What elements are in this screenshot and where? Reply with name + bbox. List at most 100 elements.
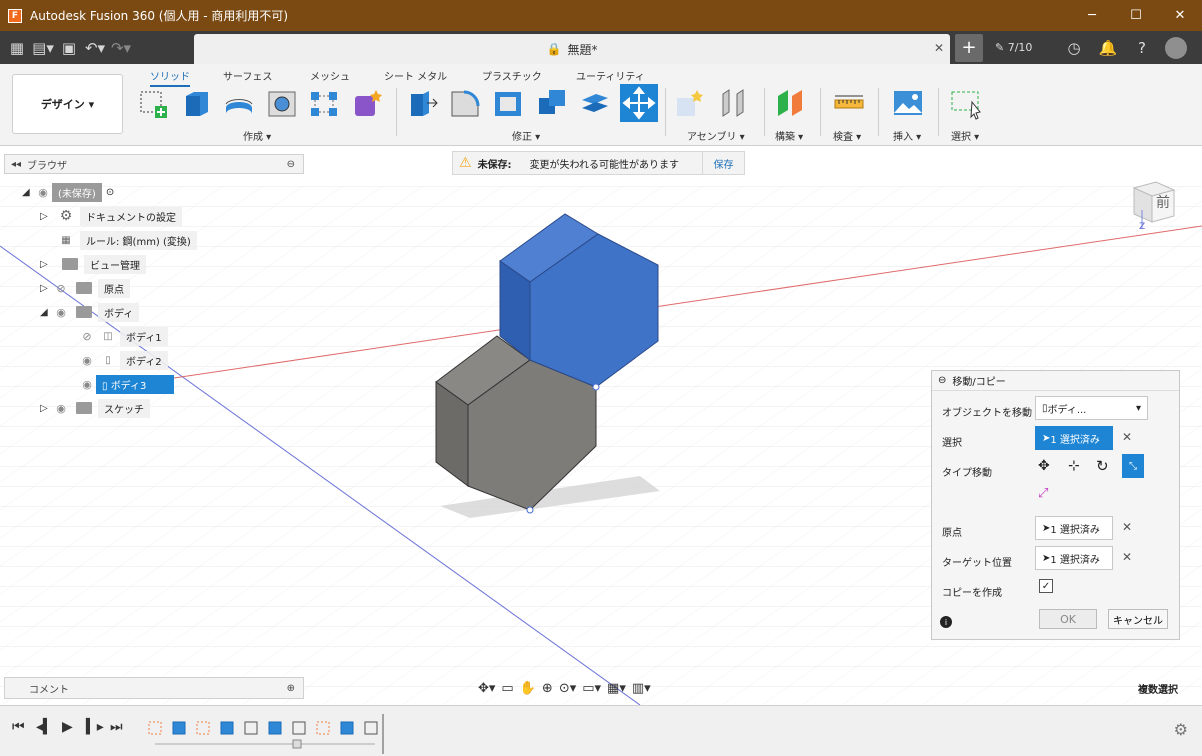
point-to-position-icon[interactable]: ⤢ <box>1038 486 1048 501</box>
display-settings-icon[interactable]: ▭▾ <box>582 681 601 696</box>
insert-image-icon[interactable] <box>891 86 925 120</box>
tree-item-selected[interactable]: ◉ ▯ ボディ3 <box>78 374 174 394</box>
avatar[interactable] <box>1165 36 1187 59</box>
move-copy-icon[interactable] <box>620 84 658 122</box>
group-create[interactable]: 作成 ▾ <box>243 128 271 143</box>
pattern-icon[interactable] <box>307 86 341 120</box>
redo-icon[interactable]: ↷▾ <box>108 35 134 61</box>
tree-item[interactable]: ◢ ◉ ボディ <box>40 302 140 322</box>
clock-icon[interactable]: ◷ <box>1059 39 1089 57</box>
select-field[interactable]: ➤ 1 選択済み <box>1035 426 1113 450</box>
collapse-triangle-icon[interactable]: ◢ <box>22 187 34 198</box>
create-form-icon[interactable] <box>350 86 384 120</box>
app-grid-icon[interactable]: ▦ <box>4 35 30 61</box>
notification-bell-icon[interactable]: 🔔 <box>1093 39 1123 57</box>
expand-triangle-icon[interactable]: ▷ <box>40 211 52 222</box>
copy-checkbox[interactable]: ✓ <box>1039 579 1053 593</box>
clear-select-icon[interactable]: ✕ <box>1122 430 1132 444</box>
browser-header[interactable]: ◂◂ ブラウザ ⊖ <box>4 154 304 174</box>
grid-settings-icon[interactable]: ▦▾ <box>607 681 626 696</box>
ok-button[interactable]: OK <box>1039 609 1097 629</box>
tree-item[interactable]: ▷ ⚙ ドキュメントの設定 <box>40 206 182 226</box>
collapse-triangle-icon[interactable]: ◢ <box>40 307 52 318</box>
timeline-settings-gear-icon[interactable]: ⚙ <box>1174 720 1188 739</box>
collapse-browser-icon[interactable]: ◂◂ <box>11 159 21 170</box>
tree-item[interactable]: ◉ ▯ ボディ2 <box>78 350 168 370</box>
canvas-viewport[interactable]: ◂◂ ブラウザ ⊖ ◢ ◉ (未保存) ⊙ ▷ ⚙ ドキュメントの設定 ▦ ルール… <box>0 146 1202 705</box>
tab-utility[interactable]: ユーティリティ <box>576 68 645 83</box>
tree-item[interactable]: ▷ ◉ スケッチ <box>40 398 150 418</box>
combine-icon[interactable] <box>535 86 569 120</box>
target-point[interactable] <box>526 506 534 514</box>
info-icon[interactable]: i <box>940 616 952 628</box>
viewports-icon[interactable]: ▥▾ <box>632 681 651 696</box>
tab-plastic[interactable]: プラスチック <box>482 68 542 83</box>
expand-triangle-icon[interactable]: ▷ <box>40 283 52 294</box>
tree-item[interactable]: ▷ ⊘ 原点 <box>40 278 130 298</box>
file-menu-icon[interactable]: ▤▾ <box>30 35 56 61</box>
comments-bar[interactable]: コメント ⊕ <box>4 677 304 699</box>
group-select[interactable]: 選択 ▾ <box>951 128 979 143</box>
step-back-icon[interactable]: ◂▍ <box>36 719 54 735</box>
origin-point[interactable] <box>592 383 600 391</box>
timeline-features[interactable] <box>145 714 385 754</box>
split-body-icon[interactable] <box>578 86 612 120</box>
group-inspect[interactable]: 検査 ▾ <box>833 128 861 143</box>
tree-item[interactable]: ⊘ ◫ ボディ1 <box>78 326 168 346</box>
view-cube[interactable]: 前 Z <box>1120 172 1180 234</box>
group-construct[interactable]: 構築 ▾ <box>775 128 803 143</box>
save-link[interactable]: 保存 <box>702 152 744 174</box>
eye-icon[interactable]: ◉ <box>52 306 70 319</box>
close-window-button[interactable]: ✕ <box>1158 0 1202 31</box>
go-to-start-icon[interactable]: ⏮ <box>12 719 25 735</box>
tab-mesh[interactable]: メッシュ <box>310 68 350 83</box>
clear-origin-icon[interactable]: ✕ <box>1122 520 1132 534</box>
eye-hidden-icon[interactable]: ⊘ <box>52 282 70 295</box>
new-tab-button[interactable]: + <box>955 33 983 62</box>
cancel-button[interactable]: キャンセル <box>1108 609 1168 629</box>
collapse-panel-icon[interactable]: ⊖ <box>938 375 946 386</box>
expand-triangle-icon[interactable]: ▷ <box>40 259 52 270</box>
point-to-point-icon[interactable]: ⤡ <box>1122 454 1144 478</box>
go-to-end-icon[interactable]: ⏭ <box>110 719 123 735</box>
origin-field[interactable]: ➤ 1 選択済み <box>1035 516 1113 540</box>
play-icon[interactable]: ▶ <box>62 719 73 735</box>
clear-target-icon[interactable]: ✕ <box>1122 550 1132 564</box>
save-icon[interactable]: ▣ <box>56 35 82 61</box>
zoom-icon[interactable]: ⊕ <box>542 681 553 696</box>
revolve-icon[interactable] <box>222 86 256 120</box>
tree-root[interactable]: ◢ ◉ (未保存) ⊙ <box>22 182 114 202</box>
radio-icon[interactable]: ⊙ <box>106 187 114 198</box>
group-modify[interactable]: 修正 ▾ <box>512 128 540 143</box>
fillet-icon[interactable] <box>448 86 482 120</box>
eye-hidden-icon[interactable]: ⊘ <box>78 330 96 343</box>
close-tab-icon[interactable]: ✕ <box>934 41 944 55</box>
measure-icon[interactable] <box>832 86 866 120</box>
minus-icon[interactable]: ⊖ <box>287 159 295 170</box>
tab-solid[interactable]: ソリッド <box>150 68 190 87</box>
eye-icon[interactable]: ◉ <box>78 378 96 391</box>
free-move-icon[interactable]: ✥ <box>1038 458 1050 474</box>
new-component-icon[interactable] <box>673 86 707 120</box>
undo-icon[interactable]: ↶▾ <box>82 35 108 61</box>
jobs-status[interactable]: ✎ 7/10 <box>995 41 1055 54</box>
press-pull-icon[interactable] <box>405 86 439 120</box>
minimize-button[interactable]: ─ <box>1070 0 1114 31</box>
workspace-switcher[interactable]: デザイン ▾ <box>12 74 123 134</box>
hole-icon[interactable] <box>265 86 299 120</box>
group-insert[interactable]: 挿入 ▾ <box>893 128 921 143</box>
tree-item[interactable]: ▷ ビュー管理 <box>40 254 146 274</box>
pan-hand-icon[interactable]: ✋ <box>520 681 536 696</box>
help-icon[interactable]: ? <box>1127 39 1157 57</box>
eye-icon[interactable]: ◉ <box>52 402 70 415</box>
tab-surface[interactable]: サーフェス <box>223 68 272 83</box>
step-forward-icon[interactable]: ▍▸ <box>86 719 104 735</box>
select-icon[interactable] <box>950 86 984 120</box>
translate-icon[interactable]: ⊹ <box>1068 458 1080 474</box>
expand-triangle-icon[interactable]: ▷ <box>40 403 52 414</box>
document-tab[interactable]: 🔒 無題* ✕ <box>194 34 950 64</box>
fit-icon[interactable]: ⊙▾ <box>559 681 576 696</box>
joint-icon[interactable] <box>717 86 751 120</box>
extrude-icon[interactable] <box>180 86 214 120</box>
shell-icon[interactable] <box>491 86 525 120</box>
